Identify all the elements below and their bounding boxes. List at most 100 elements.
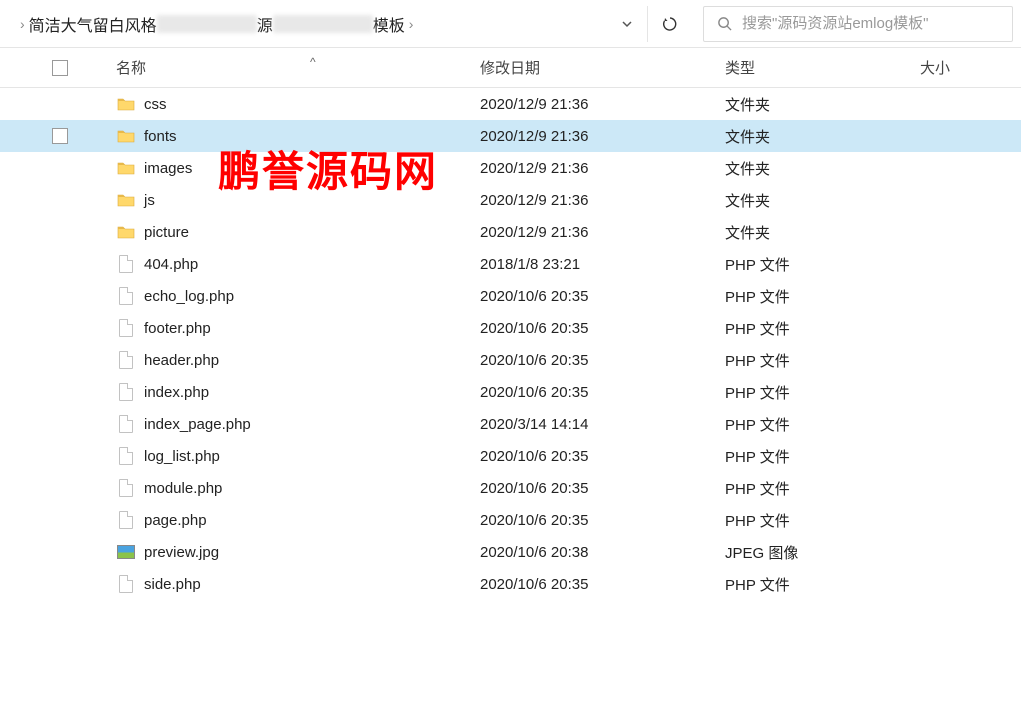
- file-date: 2020/12/9 21:36: [480, 224, 725, 241]
- file-name[interactable]: log_list.php: [144, 448, 480, 465]
- search-icon: [714, 14, 734, 34]
- column-header-size[interactable]: 大小: [920, 57, 1021, 78]
- file-name[interactable]: images: [144, 160, 480, 177]
- folder-icon: [116, 158, 136, 178]
- column-header-date[interactable]: 修改日期: [480, 57, 725, 78]
- file-date: 2020/10/6 20:35: [480, 320, 725, 337]
- file-name[interactable]: preview.jpg: [144, 544, 480, 561]
- select-all-checkbox[interactable]: [52, 60, 68, 76]
- file-type: PHP 文件: [725, 510, 920, 531]
- file-type: 文件夹: [725, 222, 920, 243]
- file-icon: [116, 318, 136, 338]
- file-row[interactable]: fonts2020/12/9 21:36文件夹: [0, 120, 1021, 152]
- breadcrumb[interactable]: › 简洁大气留白风格 源 模板 ›: [8, 12, 607, 36]
- file-name[interactable]: fonts: [144, 128, 480, 145]
- file-date: 2020/10/6 20:35: [480, 576, 725, 593]
- file-row[interactable]: images2020/12/9 21:36文件夹: [0, 152, 1021, 184]
- file-date: 2020/12/9 21:36: [480, 160, 725, 177]
- file-icon: [116, 510, 136, 530]
- breadcrumb-segment[interactable]: 简洁大气留白风格: [29, 12, 157, 36]
- file-row[interactable]: css2020/12/9 21:36文件夹: [0, 88, 1021, 120]
- file-icon: [116, 478, 136, 498]
- file-row[interactable]: footer.php2020/10/6 20:35PHP 文件: [0, 312, 1021, 344]
- file-name[interactable]: picture: [144, 224, 480, 241]
- file-row[interactable]: side.php2020/10/6 20:35PHP 文件: [0, 568, 1021, 600]
- file-date: 2020/10/6 20:35: [480, 384, 725, 401]
- file-name[interactable]: js: [144, 192, 480, 209]
- file-type: PHP 文件: [725, 478, 920, 499]
- file-date: 2020/12/9 21:36: [480, 128, 725, 145]
- address-toolbar: › 简洁大气留白风格 源 模板 ›: [0, 0, 1021, 48]
- breadcrumb-blurred: [157, 15, 257, 33]
- file-row[interactable]: 404.php2018/1/8 23:21PHP 文件: [0, 248, 1021, 280]
- row-checkbox-wrap[interactable]: [0, 128, 80, 144]
- file-type: 文件夹: [725, 158, 920, 179]
- file-date: 2020/10/6 20:35: [480, 288, 725, 305]
- column-header-name-label: 名称: [116, 60, 146, 77]
- folder-icon: [116, 222, 136, 242]
- file-type: PHP 文件: [725, 318, 920, 339]
- file-row[interactable]: picture2020/12/9 21:36文件夹: [0, 216, 1021, 248]
- file-row[interactable]: index_page.php2020/3/14 14:14PHP 文件: [0, 408, 1021, 440]
- file-date: 2018/1/8 23:21: [480, 256, 725, 273]
- breadcrumb-segment[interactable]: 源: [257, 12, 273, 36]
- breadcrumb-dropdown-button[interactable]: [607, 6, 647, 42]
- file-date: 2020/10/6 20:35: [480, 512, 725, 529]
- file-list: css2020/12/9 21:36文件夹fonts2020/12/9 21:3…: [0, 88, 1021, 600]
- file-icon: [116, 446, 136, 466]
- file-name[interactable]: 404.php: [144, 256, 480, 273]
- file-type: PHP 文件: [725, 286, 920, 307]
- file-type: PHP 文件: [725, 446, 920, 467]
- file-icon: [116, 350, 136, 370]
- file-name[interactable]: side.php: [144, 576, 480, 593]
- file-date: 2020/3/14 14:14: [480, 416, 725, 433]
- file-row[interactable]: index.php2020/10/6 20:35PHP 文件: [0, 376, 1021, 408]
- file-date: 2020/10/6 20:38: [480, 544, 725, 561]
- file-date: 2020/10/6 20:35: [480, 480, 725, 497]
- chevron-down-icon: [621, 18, 633, 30]
- refresh-button[interactable]: [647, 6, 691, 42]
- sort-caret-icon: ^: [310, 55, 316, 69]
- file-name[interactable]: module.php: [144, 480, 480, 497]
- column-header-row: 名称 ^ 修改日期 类型 大小: [0, 48, 1021, 88]
- column-header-type[interactable]: 类型: [725, 57, 920, 78]
- folder-icon: [116, 190, 136, 210]
- folder-icon: [116, 94, 136, 114]
- select-all-wrap[interactable]: [0, 60, 80, 76]
- refresh-icon: [662, 16, 678, 32]
- file-name[interactable]: footer.php: [144, 320, 480, 337]
- file-row[interactable]: js2020/12/9 21:36文件夹: [0, 184, 1021, 216]
- file-date: 2020/12/9 21:36: [480, 96, 725, 113]
- file-icon: [116, 286, 136, 306]
- file-icon: [116, 574, 136, 594]
- file-icon: [116, 382, 136, 402]
- file-name[interactable]: index_page.php: [144, 416, 480, 433]
- breadcrumb-segment[interactable]: 模板: [373, 12, 405, 36]
- file-row[interactable]: log_list.php2020/10/6 20:35PHP 文件: [0, 440, 1021, 472]
- search-box[interactable]: [703, 6, 1013, 42]
- file-date: 2020/10/6 20:35: [480, 448, 725, 465]
- file-row[interactable]: module.php2020/10/6 20:35PHP 文件: [0, 472, 1021, 504]
- image-file-icon: [116, 542, 136, 562]
- file-icon: [116, 414, 136, 434]
- file-name[interactable]: page.php: [144, 512, 480, 529]
- file-type: 文件夹: [725, 126, 920, 147]
- file-date: 2020/12/9 21:36: [480, 192, 725, 209]
- file-name[interactable]: echo_log.php: [144, 288, 480, 305]
- file-name[interactable]: header.php: [144, 352, 480, 369]
- search-input[interactable]: [742, 15, 1002, 32]
- file-name[interactable]: index.php: [144, 384, 480, 401]
- file-row[interactable]: echo_log.php2020/10/6 20:35PHP 文件: [0, 280, 1021, 312]
- file-row[interactable]: page.php2020/10/6 20:35PHP 文件: [0, 504, 1021, 536]
- column-header-name[interactable]: 名称 ^: [80, 57, 480, 78]
- chevron-right-icon: ›: [20, 16, 25, 32]
- file-row[interactable]: header.php2020/10/6 20:35PHP 文件: [0, 344, 1021, 376]
- row-checkbox[interactable]: [52, 128, 68, 144]
- file-date: 2020/10/6 20:35: [480, 352, 725, 369]
- file-name[interactable]: css: [144, 96, 480, 113]
- file-type: PHP 文件: [725, 574, 920, 595]
- file-type: 文件夹: [725, 94, 920, 115]
- file-row[interactable]: preview.jpg2020/10/6 20:38JPEG 图像: [0, 536, 1021, 568]
- file-type: PHP 文件: [725, 414, 920, 435]
- file-type: 文件夹: [725, 190, 920, 211]
